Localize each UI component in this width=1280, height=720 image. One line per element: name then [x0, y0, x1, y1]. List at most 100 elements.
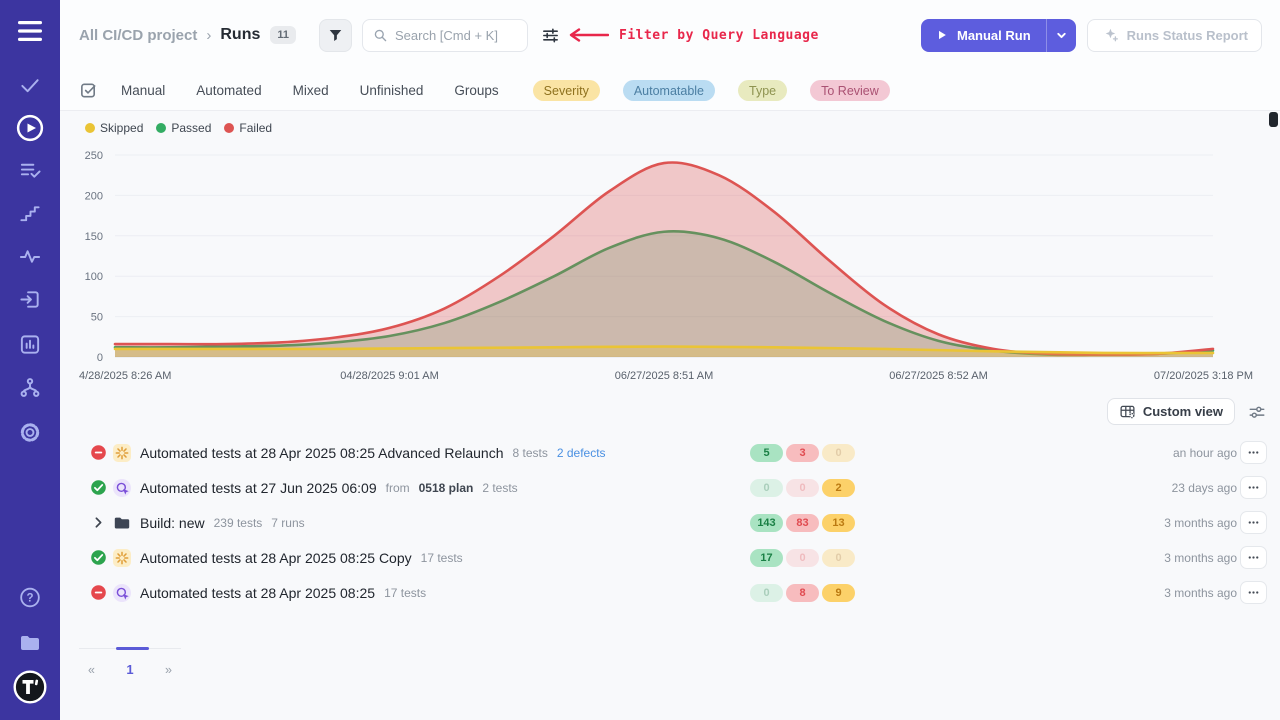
row-menu-button[interactable] [1240, 581, 1267, 604]
sidebar: ? [0, 0, 60, 720]
active-page-indicator [116, 647, 149, 650]
run-list: Automated tests at 28 Apr 2025 08:25 Adv… [60, 435, 1280, 610]
sidebar-item-activity[interactable] [19, 245, 42, 268]
breadcrumb-project[interactable]: All CI/CD project [79, 27, 197, 44]
funnel-icon [327, 27, 344, 44]
svg-text:07/20/2025 3:18 PM: 07/20/2025 3:18 PM [1154, 370, 1253, 382]
scrollbar-thumb[interactable] [1269, 112, 1278, 127]
run-row[interactable]: Automated tests at 27 Jun 2025 06:09 fro… [60, 470, 1280, 505]
failed-count-pill: 8 [786, 584, 819, 602]
sidebar-item-branches[interactable] [19, 376, 42, 399]
custom-view-button[interactable]: Custom view [1107, 398, 1235, 425]
run-status-icon [90, 584, 107, 601]
row-menu-button[interactable] [1240, 441, 1267, 464]
row-menu-button[interactable] [1240, 546, 1267, 569]
manual-run-dropdown-button[interactable] [1047, 19, 1076, 52]
svg-text:100: 100 [85, 271, 103, 283]
ellipsis-icon [1246, 445, 1261, 460]
run-title[interactable]: Automated tests at 27 Jun 2025 06:09 [140, 480, 377, 496]
bar-chart-icon [19, 333, 42, 356]
chevron-down-icon [1055, 29, 1068, 42]
menu-toggle-button[interactable] [18, 21, 43, 41]
run-meta: 8 tests [512, 446, 547, 460]
tab-mixed[interactable]: Mixed [293, 83, 329, 98]
sidebar-item-help[interactable]: ? [19, 586, 42, 609]
expand-chevron-icon[interactable] [90, 514, 107, 531]
sidebar-item-plans[interactable] [19, 159, 42, 182]
sidebar-item-projects[interactable] [18, 631, 42, 655]
custom-view-label: Custom view [1143, 404, 1223, 419]
run-row[interactable]: Automated tests at 28 Apr 2025 08:25 Adv… [60, 435, 1280, 470]
legend-item-passed[interactable]: Passed [156, 121, 211, 135]
run-title[interactable]: Automated tests at 28 Apr 2025 08:25 [140, 585, 375, 601]
tab-unfinished[interactable]: Unfinished [360, 83, 424, 98]
runs-status-report-label: Runs Status Report [1127, 28, 1248, 43]
tab-manual[interactable]: Manual [121, 83, 165, 98]
run-status-icon [90, 479, 107, 496]
run-row[interactable]: Automated tests at 28 Apr 2025 08:25 Cop… [60, 540, 1280, 575]
run-title[interactable]: Automated tests at 28 Apr 2025 08:25 Cop… [140, 550, 412, 566]
legend-dot-skipped [85, 123, 95, 133]
next-page-button[interactable]: » [165, 663, 172, 677]
row-menu-button[interactable] [1240, 476, 1267, 499]
filter-button[interactable] [319, 19, 352, 52]
query-filter-button[interactable] [541, 26, 560, 45]
tab-automated[interactable]: Automated [196, 83, 261, 98]
ellipsis-icon [1246, 515, 1261, 530]
run-row[interactable]: Automated tests at 28 Apr 2025 08:25 17 … [60, 575, 1280, 610]
result-pills: 5 3 0 [750, 444, 855, 462]
svg-text:06/27/2025 8:51 AM: 06/27/2025 8:51 AM [615, 370, 713, 382]
legend-item-failed[interactable]: Failed [224, 121, 272, 135]
run-type-icon [113, 444, 131, 462]
select-runs-button[interactable] [79, 81, 98, 100]
failed-count-pill: 0 [786, 479, 819, 497]
run-plan-link[interactable]: 0518 plan [419, 481, 474, 495]
skipped-count-pill: 9 [822, 584, 855, 602]
sign-in-icon [19, 288, 42, 311]
sidebar-item-analytics[interactable] [19, 333, 42, 356]
row-menu-button[interactable] [1240, 511, 1267, 534]
sidebar-item-milestones[interactable] [19, 202, 42, 225]
legend-label: Failed [239, 121, 272, 135]
sidebar-item-tests[interactable] [19, 73, 42, 96]
sidebar-item-runs[interactable] [15, 113, 45, 143]
page-title: Runs [220, 26, 260, 44]
filter-badge-to-review[interactable]: To Review [810, 80, 890, 101]
svg-text:50: 50 [91, 312, 103, 324]
runs-status-report-button[interactable]: Runs Status Report [1087, 19, 1262, 52]
tab-groups[interactable]: Groups [454, 83, 498, 98]
run-meta: 7 runs [271, 516, 304, 530]
run-timestamp: 3 months ago [1164, 586, 1237, 600]
account-logo-button[interactable] [12, 669, 48, 705]
filter-badge-severity[interactable]: Severity [533, 80, 600, 101]
run-timestamp: 3 months ago [1164, 551, 1237, 565]
manual-run-button[interactable]: Manual Run [921, 19, 1047, 52]
run-defects-link[interactable]: 2 defects [557, 446, 606, 460]
prev-page-button[interactable]: « [88, 663, 95, 677]
table-gear-icon [1119, 403, 1136, 420]
svg-text:0: 0 [97, 352, 103, 364]
check-icon [19, 73, 42, 96]
view-settings-button[interactable] [1248, 403, 1266, 421]
filter-badge-automatable[interactable]: Automatable [623, 80, 715, 101]
result-pills: 143 83 13 [750, 514, 855, 532]
annotation: Filter by Query Language [567, 28, 819, 43]
svg-text:06/27/2025 8:52 AM: 06/27/2025 8:52 AM [889, 370, 987, 382]
run-group-row[interactable]: Build: new 239 tests 7 runs 143 83 13 3 … [60, 505, 1280, 540]
run-title[interactable]: Build: new [140, 515, 205, 531]
svg-text:04/28/2025 9:01 AM: 04/28/2025 9:01 AM [340, 370, 438, 382]
passed-count-pill: 5 [750, 444, 783, 462]
search-box [362, 19, 528, 52]
sidebar-item-settings[interactable] [19, 421, 42, 444]
run-status-icon [90, 444, 107, 461]
app-logo-icon [12, 669, 48, 705]
filter-badge-type[interactable]: Type [738, 80, 787, 101]
ellipsis-icon [1246, 480, 1261, 495]
breadcrumb-separator: › [206, 27, 211, 44]
run-meta: 2 tests [482, 481, 517, 495]
failed-count-pill: 3 [786, 444, 819, 462]
sidebar-item-imports[interactable] [19, 288, 42, 311]
run-title[interactable]: Automated tests at 28 Apr 2025 08:25 Adv… [140, 445, 503, 461]
legend-item-skipped[interactable]: Skipped [85, 121, 143, 135]
page-1-button[interactable]: 1 [126, 662, 133, 677]
